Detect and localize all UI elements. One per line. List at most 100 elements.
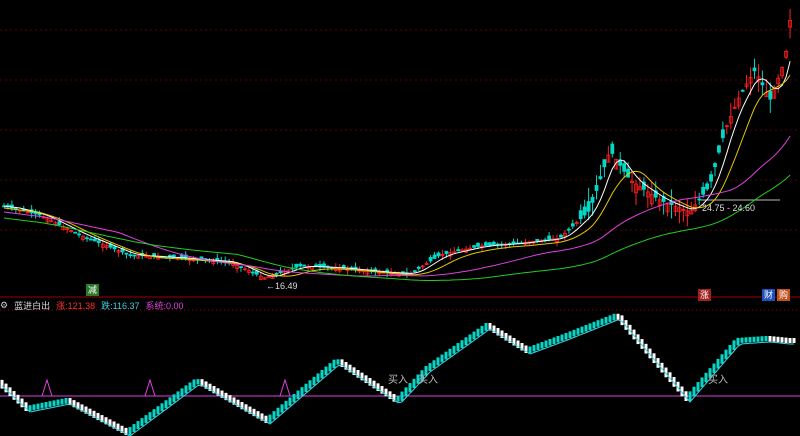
candle-body [112, 246, 117, 250]
indicator-bar [592, 321, 596, 329]
moving-average-line-3 [3, 135, 791, 277]
indicator-bar [272, 411, 276, 420]
indicator-bar [700, 377, 704, 388]
indicator-bar [196, 379, 200, 385]
indicator-bar [40, 402, 44, 409]
indicator-bar [528, 346, 532, 353]
indicator-bar [308, 380, 312, 389]
candle-body [456, 249, 461, 252]
indicator-bar [184, 385, 188, 394]
indicator-bar [736, 337, 740, 346]
indicator-bar [456, 343, 460, 351]
indicator-bar [760, 336, 764, 342]
indicator-bar [560, 334, 564, 341]
indicator-bar [332, 359, 336, 369]
candle-body [582, 206, 587, 216]
candle-body [96, 240, 101, 243]
indicator-bar [772, 336, 776, 342]
indicator-bar [716, 358, 720, 369]
indicator-bar [396, 395, 400, 402]
indicator-bar [768, 336, 772, 342]
indicator-bar [596, 320, 600, 327]
indicator-bar [128, 427, 132, 435]
indicator-up-item: 涨:121.38 [56, 300, 96, 311]
indicator-bar [620, 315, 624, 326]
indicator-bar [748, 337, 752, 343]
candle-body [713, 163, 717, 168]
marker-badge-2[interactable]: 涨 [698, 289, 711, 301]
low-price-label: ←16.49 [266, 281, 298, 291]
indicator-bar [288, 397, 292, 406]
indicator-system-item: 系统:0.00 [145, 300, 184, 311]
candle-body [274, 272, 279, 275]
candle-body [85, 237, 89, 240]
indicator-bar [140, 418, 144, 427]
indicator-bar [448, 348, 452, 357]
candle-body [768, 90, 773, 100]
indicator-bar [436, 357, 440, 366]
indicator-bar [764, 336, 768, 342]
indicator-bar [32, 404, 36, 411]
marker-badge-3[interactable]: 财 [762, 289, 775, 301]
indicator-bar [732, 340, 736, 350]
candle-body [511, 241, 516, 244]
indicator-bar [404, 387, 408, 397]
candle-body [705, 183, 709, 190]
indicator-bar [780, 337, 784, 343]
indicator-bar [584, 325, 588, 332]
marker-badge-4[interactable]: 购 [777, 289, 790, 301]
indicator-bar [744, 337, 748, 343]
indicator-bar [36, 403, 40, 410]
candle-body [428, 257, 433, 262]
candle-body [566, 228, 571, 231]
indicator-bar [160, 403, 164, 412]
indicator-bar [408, 383, 412, 393]
indicator-bar [164, 400, 168, 409]
indicator-bar [304, 383, 308, 393]
indicator-bar [44, 402, 48, 408]
indicator-settings-icon[interactable]: ⚙ [0, 300, 8, 311]
indicator-bar [468, 334, 472, 343]
indicator-bar [192, 379, 196, 388]
indicator-bar [724, 349, 728, 360]
moving-average-line-4 [3, 174, 791, 281]
indicator-bar [136, 421, 140, 430]
indicator-bar [784, 337, 788, 343]
indicator-bar [152, 409, 156, 418]
candle-body [472, 245, 476, 248]
indicator-bar [544, 340, 548, 347]
marker-badge-1[interactable]: 减 [86, 284, 99, 296]
indicator-bar [572, 329, 576, 337]
candle-body [760, 82, 765, 86]
candle-body [491, 241, 496, 246]
indicator-bar [464, 337, 468, 346]
candle-body [752, 67, 757, 72]
indicator-bar [284, 400, 288, 410]
indicator-bar [268, 414, 272, 423]
indicator-bar [728, 344, 732, 355]
candle-body [250, 271, 255, 274]
indicator-bar [776, 336, 780, 343]
indicator-bar [432, 360, 436, 369]
candle-body [302, 264, 307, 267]
indicator-bar [692, 386, 696, 397]
indicator-bar [484, 323, 488, 331]
indicator-bar [612, 313, 616, 321]
indicator-bar [540, 342, 544, 349]
candle-body [602, 159, 607, 168]
moving-average-line-1 [3, 61, 791, 277]
candle-body [487, 242, 492, 246]
candle-body [547, 235, 551, 240]
system-spike [279, 378, 291, 397]
candle-body [89, 238, 93, 241]
indicator-bar [172, 394, 176, 403]
indicator-bar [316, 373, 320, 382]
indicator-bar [64, 398, 68, 404]
candle-body [721, 129, 725, 139]
candle-body [697, 198, 702, 201]
candle-body [444, 250, 449, 254]
indicator-bar [56, 399, 60, 406]
indicator-bar [336, 359, 340, 365]
candle-body [124, 252, 129, 255]
candle-body [740, 89, 745, 92]
